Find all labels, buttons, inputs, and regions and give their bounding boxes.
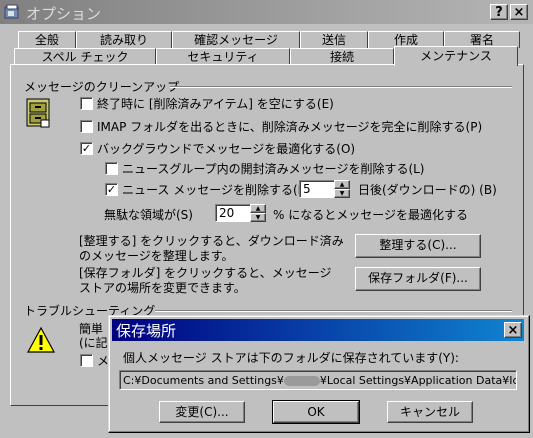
compact-bg-checkbox[interactable]: ✓ xyxy=(80,142,93,155)
tab-label: 送信 xyxy=(321,33,346,47)
tab-spelling[interactable]: スペル チェック xyxy=(14,48,156,65)
tab-label: 確認メッセージ xyxy=(194,33,278,47)
tab-label: メンテナンス xyxy=(420,49,492,63)
redacted-username xyxy=(283,376,320,386)
dialog-title-bar: 保存場所 × xyxy=(112,319,524,341)
tab-maintenance[interactable]: メンテナンス xyxy=(394,46,518,66)
delete-news-days-input[interactable]: 5 xyxy=(299,180,335,198)
tab-read[interactable]: 読み取り xyxy=(76,31,172,48)
tab-security[interactable]: セキュリティ xyxy=(156,48,290,65)
filing-cabinet-icon xyxy=(26,98,52,128)
warning-icon xyxy=(26,326,56,354)
help-button[interactable]: ? xyxy=(490,4,508,20)
dialog-close-button[interactable]: × xyxy=(504,322,522,338)
path-start: C:¥Documents and Settings¥ xyxy=(123,374,284,387)
tab-connection[interactable]: 接続 xyxy=(290,48,394,65)
close-button[interactable]: × xyxy=(510,4,528,20)
delete-read-news-checkbox[interactable] xyxy=(105,162,118,175)
store-location-dialog: 保存場所 × 個人メッセージ ストアは下のフォルダに保存されています(Y): C… xyxy=(108,315,530,433)
store-folder-button[interactable]: 保存フォルダ(F)... xyxy=(355,267,481,291)
cleanup-group-label: メッセージのクリーンアップ xyxy=(24,80,180,94)
app-icon xyxy=(4,4,20,20)
delete-read-news-label[interactable]: ニュースグループ内の開封済みメッセージを削除する(L) xyxy=(122,160,425,177)
spin-up-icon[interactable]: ▲ xyxy=(250,204,266,213)
cancel-button[interactable]: キャンセル xyxy=(387,401,473,423)
path-end: ¥Local Settings¥Application Data¥Identi xyxy=(319,374,516,387)
title-bar: オプション ? × xyxy=(0,0,533,24)
spin-down-icon[interactable]: ▼ xyxy=(250,213,266,222)
delete-news-suffix: 日後(ダウンロードの) (B) xyxy=(358,183,497,197)
tab-label: スペル チェック xyxy=(41,50,129,64)
tab-label: 全般 xyxy=(34,33,59,47)
store-text: [保存フォルダ] をクリックすると、メッセージ ストアの場所を変更できます。 xyxy=(79,266,332,295)
cleanup-divider xyxy=(170,86,512,88)
tab-label: 接続 xyxy=(329,50,354,64)
cleanup-text: [整理する] をクリックすると、ダウンロード済みのメッセージを整理します。 xyxy=(79,234,344,263)
tab-send[interactable]: 送信 xyxy=(300,31,368,48)
delete-news-label[interactable]: ニュース メッセージを削除する(D) xyxy=(122,181,312,198)
wasted-space-suffix: % になるとメッセージを最適化する xyxy=(273,208,468,222)
spin-up-icon[interactable]: ▲ xyxy=(334,180,350,189)
window-title: オプション xyxy=(26,5,102,23)
compact-bg-label[interactable]: バックグラウンドでメッセージを最適化する(O) xyxy=(97,140,355,157)
troubleshooting-checkbox[interactable] xyxy=(80,354,93,367)
imap-purge-label[interactable]: IMAP フォルダを出るときに、削除済みメッセージを完全に削除する(P) xyxy=(97,118,482,135)
tab-receipts[interactable]: 確認メッセージ xyxy=(172,31,300,48)
spin-down-icon[interactable]: ▼ xyxy=(334,189,350,198)
dialog-description: 個人メッセージ ストアは下のフォルダに保存されています(Y): xyxy=(123,351,459,365)
store-path-field[interactable]: C:¥Documents and Settings¥ ¥Local Setting… xyxy=(119,370,517,390)
delete-news-checkbox[interactable]: ✓ xyxy=(105,183,118,196)
troubleshooting-divider xyxy=(155,310,512,312)
imap-purge-checkbox[interactable] xyxy=(80,120,93,133)
tab-label: 作成 xyxy=(393,33,418,47)
tab-label: セキュリティ xyxy=(187,50,259,64)
wasted-space-input[interactable]: 20 xyxy=(215,204,251,222)
empty-deleted-label[interactable]: 終了時に [削除済みアイテム] を空にする(E) xyxy=(97,95,334,112)
dialog-title: 保存場所 xyxy=(116,322,177,340)
wasted-space-label: 無駄な領域が(S) xyxy=(104,208,193,222)
ok-button[interactable]: OK xyxy=(272,400,360,424)
tab-label: 署名 xyxy=(469,33,494,47)
empty-deleted-checkbox[interactable] xyxy=(80,97,93,110)
change-button[interactable]: 変更(C)... xyxy=(159,401,245,423)
tab-general[interactable]: 全般 xyxy=(18,31,76,48)
cleanup-button[interactable]: 整理する(C)... xyxy=(355,234,481,258)
tab-label: 読み取り xyxy=(99,33,148,47)
